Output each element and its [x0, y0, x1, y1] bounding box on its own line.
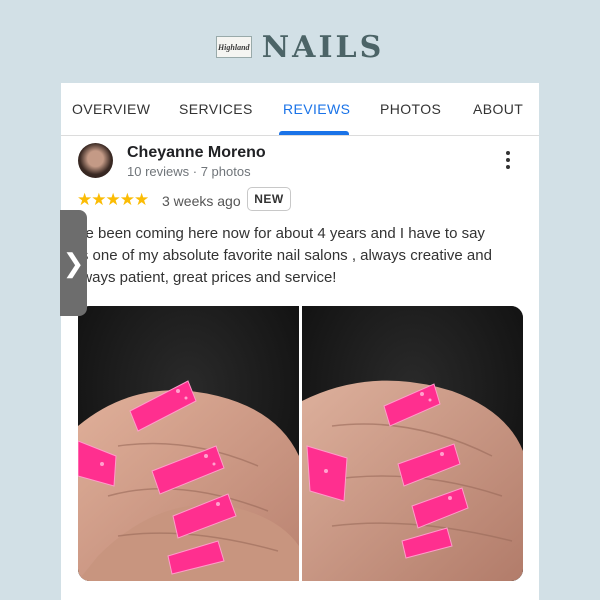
review-text-line: ve been coming here now for about 4 year… [78, 225, 485, 242]
active-tab-indicator [279, 131, 349, 135]
brand-header: Highland NAILS [0, 29, 600, 65]
tab-reviews[interactable]: REVIEWS [283, 101, 350, 117]
review-time: 3 weeks ago [162, 193, 241, 209]
reviewer-avatar[interactable] [78, 143, 113, 178]
review-text: ve been coming here now for about 4 year… [78, 223, 528, 289]
tab-bar: OVERVIEW SERVICES REVIEWS PHOTOS ABOUT [61, 83, 539, 136]
review-text-line: 's one of my absolute favorite nail salo… [78, 247, 492, 264]
review-photo-2[interactable] [302, 306, 523, 581]
review-photo-1[interactable] [78, 306, 299, 581]
tab-photos[interactable]: PHOTOS [380, 101, 441, 117]
reviewer-name[interactable]: Cheyanne Moreno [127, 144, 266, 162]
reviewer-meta: 10 reviews · 7 photos [127, 164, 251, 179]
more-options-icon[interactable] [501, 151, 515, 173]
tab-about[interactable]: ABOUT [473, 101, 523, 117]
brand-logo: Highland [215, 36, 252, 58]
tab-overview[interactable]: OVERVIEW [72, 101, 150, 117]
tab-services[interactable]: SERVICES [179, 101, 253, 117]
brand-name: NAILS [261, 29, 385, 65]
star-rating: ★★★★★ [77, 190, 149, 209]
review-text-line: lways patient, great prices and service! [78, 269, 337, 286]
chevron-right-icon: ❯ [62, 247, 85, 278]
carousel-prev-handle[interactable]: ❯ [60, 210, 87, 316]
new-badge: NEW [247, 187, 291, 211]
review-card: OVERVIEW SERVICES REVIEWS PHOTOS ABOUT C… [61, 83, 539, 600]
